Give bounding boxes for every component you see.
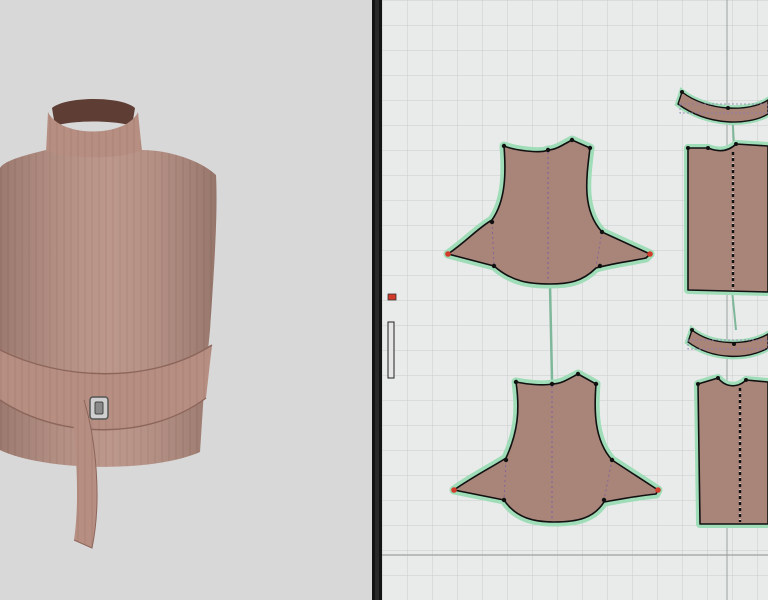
garment-editor-app: [0, 0, 768, 600]
pattern-piece-right-panel-bottom[interactable]: [694, 374, 768, 528]
2d-pattern-window[interactable]: [382, 0, 768, 600]
3d-viewport[interactable]: [0, 0, 372, 600]
view-splitter[interactable]: [372, 0, 382, 600]
3d-garment-render[interactable]: [0, 0, 372, 600]
buckle-icon: [89, 396, 109, 420]
splitter-handle[interactable]: [375, 0, 379, 600]
pattern-piece-right-panel-top[interactable]: [684, 140, 768, 296]
pattern-canvas[interactable]: [382, 0, 768, 600]
